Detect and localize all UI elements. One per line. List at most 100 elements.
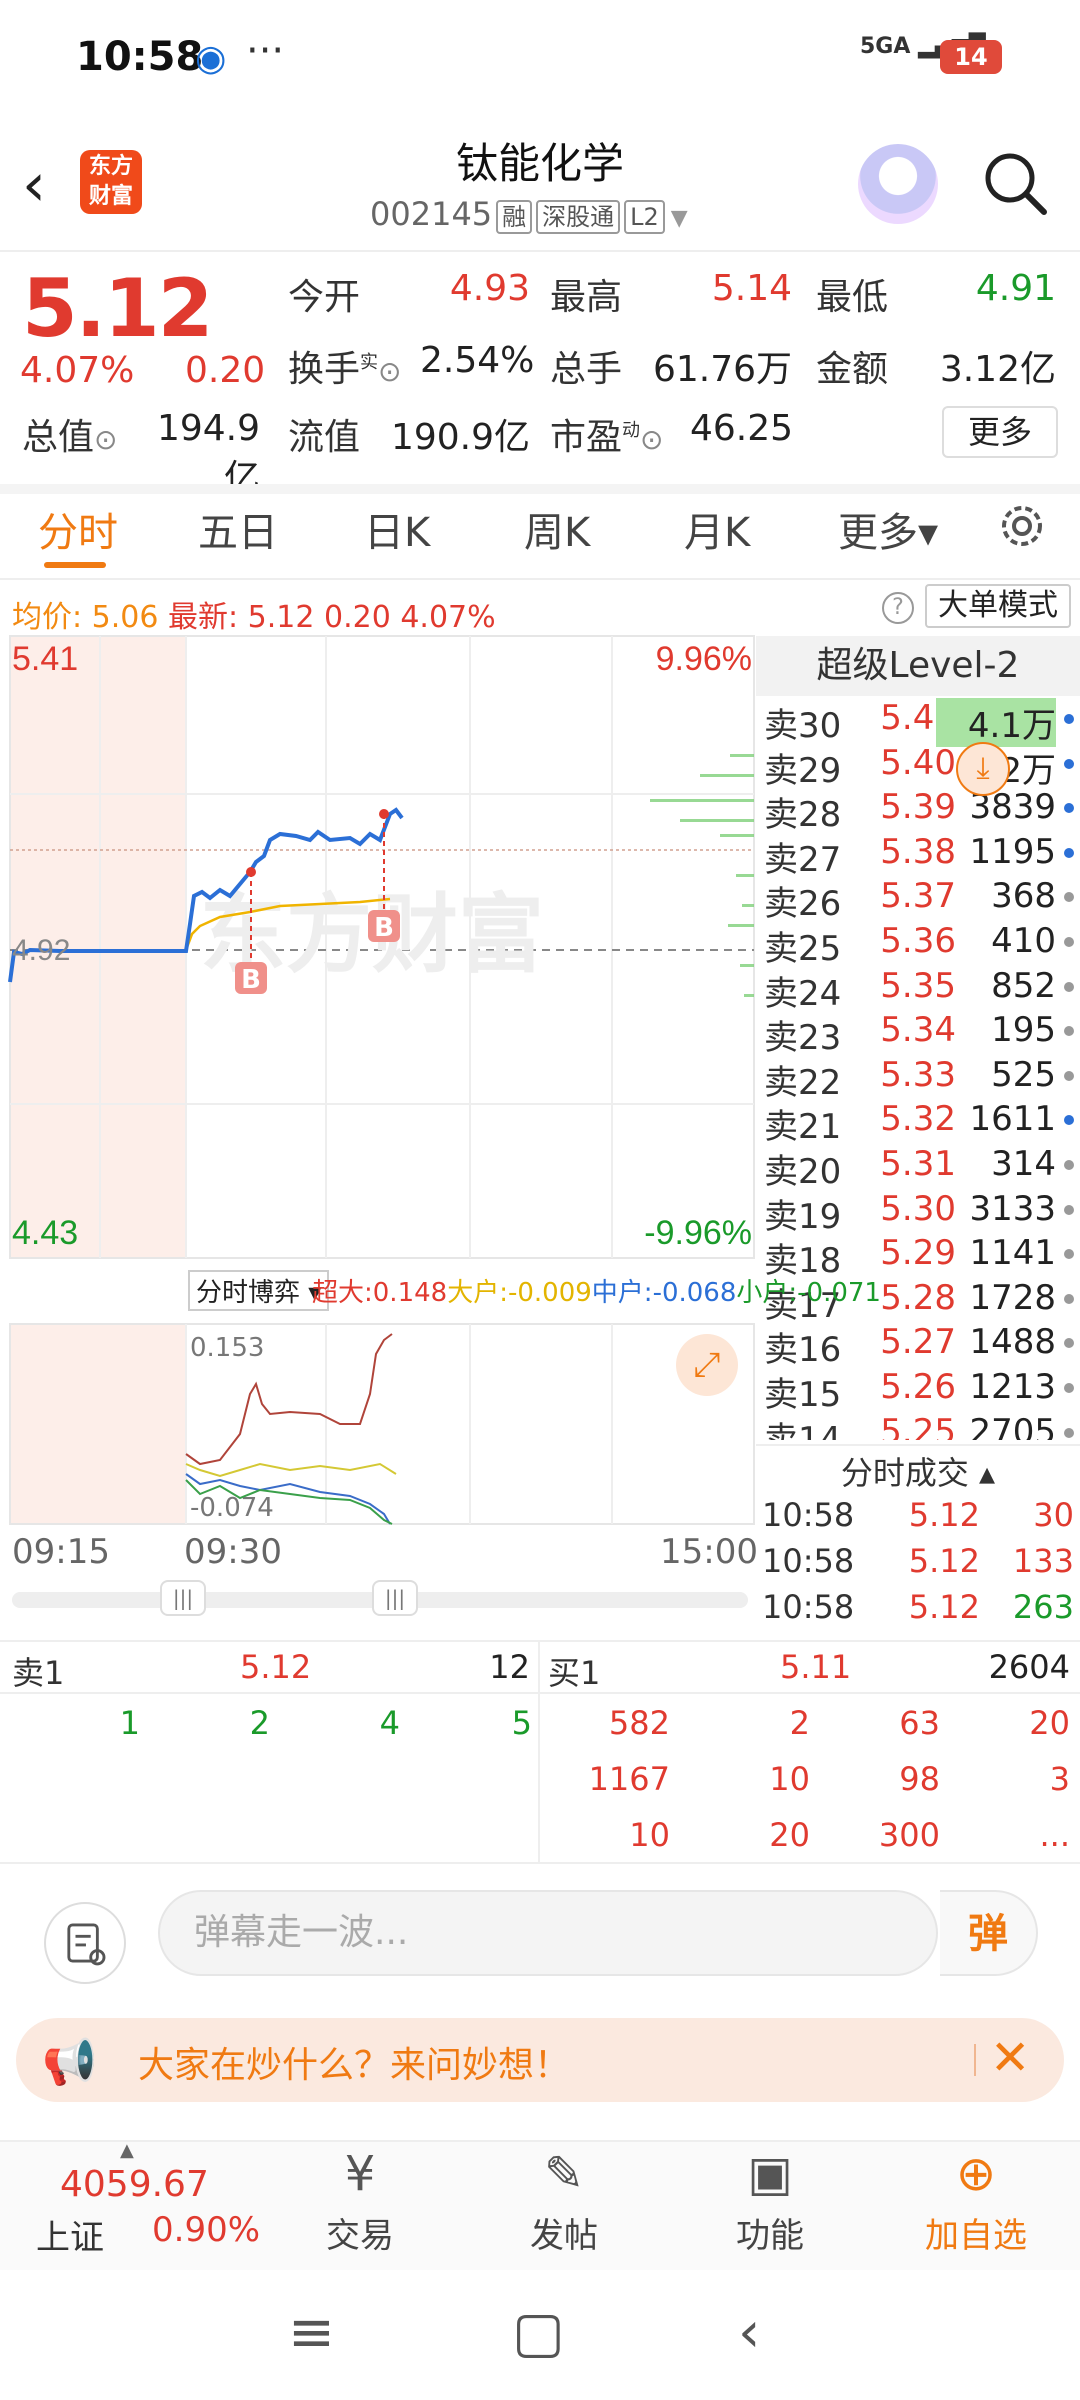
flow-select[interactable]: 分时博弈 ▾ <box>188 1270 330 1311</box>
ask-level-label: 卖22 <box>764 1062 842 1103</box>
close-icon[interactable]: ✕ <box>990 2030 1030 2086</box>
notification-icon: ◉ <box>195 38 227 79</box>
flow-pre-market-shade <box>10 1324 186 1524</box>
tab-five-day[interactable]: 五日 <box>198 500 278 558</box>
tab-monthly-k[interactable]: 月K <box>684 500 750 558</box>
ask-row[interactable]: 卖20 5.31 314 <box>756 1144 1080 1192</box>
info-circle-icon[interactable]: ⊙ <box>94 423 117 456</box>
tag-l2: L2 <box>624 200 665 234</box>
ask-row[interactable]: 卖14 5.25 2705 <box>756 1412 1080 1440</box>
trade-volume: 30 <box>1033 1496 1074 1534</box>
index-value[interactable]: 4059.67 <box>60 2164 209 2205</box>
sell1-price: 5.12 <box>240 1648 312 1686</box>
ask-dot <box>1064 937 1074 947</box>
download-icon[interactable]: ⤓ <box>956 742 1010 796</box>
pct-axis-bottom: -9.96% <box>644 1214 752 1252</box>
menu-icon[interactable]: ≡ <box>288 2300 335 2365</box>
ask-row[interactable]: 卖24 5.35 852 <box>756 965 1080 1014</box>
back-nav-icon[interactable]: ‹ <box>738 2300 760 2365</box>
ask-level-label: 卖29 <box>764 750 842 791</box>
ask-dot <box>1064 1427 1074 1438</box>
ask-dot <box>1064 1070 1074 1081</box>
y-axis-bottom: 4.43 <box>12 1214 78 1252</box>
home-icon[interactable]: ▢ <box>512 2300 565 2365</box>
ask-dot <box>1064 1204 1074 1215</box>
ask-dot <box>1064 1338 1074 1349</box>
level1-divider <box>538 1640 540 1864</box>
ask-dot <box>1064 1249 1074 1260</box>
ask-row[interactable]: 卖15 5.26 1213 <box>756 1367 1080 1415</box>
status-dots: ··· <box>246 28 285 74</box>
big-order-mode-button[interactable]: 大单模式 <box>925 584 1071 628</box>
ask-row[interactable]: 卖19 5.30 3133 <box>756 1188 1080 1237</box>
tab-daily-k[interactable]: 日K <box>364 500 430 558</box>
ask-row[interactable]: 卖22 5.33 525 <box>756 1054 1080 1103</box>
ask-row[interactable]: 卖25 5.36 410 <box>756 921 1080 969</box>
level2-orderbook[interactable]: 卖30 5.41 4.1万 卖29 5.40 1.2万 卖28 5.39 3839 卖27 5.38… <box>756 698 1080 1440</box>
more-button[interactable]: 更多 <box>942 406 1058 458</box>
stock-code-row[interactable]: 002145 融深股通 L2 ▼ <box>370 195 688 234</box>
ask-level-label: 卖27 <box>764 839 842 880</box>
intraday-chart[interactable]: 东方财富 B B 5.41 4.92 4.43 9.96% -9.96% 0.1… <box>0 634 756 1534</box>
ask-dot <box>1064 892 1074 903</box>
buy1-volume: 2604 <box>988 1648 1070 1686</box>
info-circle-icon[interactable]: ⊙ <box>378 355 401 388</box>
avg-label: 均价: <box>12 600 83 635</box>
ask-row[interactable]: 卖29 5.40 1.2万 <box>756 743 1080 791</box>
turnover-value: 2.54% <box>420 340 535 381</box>
nav-post[interactable]: ✎ 发帖 <box>494 2146 634 2257</box>
tab-more[interactable]: 更多▾ <box>838 500 938 558</box>
danmaku-send-button[interactable]: 弹 <box>940 1890 1038 1976</box>
search-icon[interactable] <box>980 148 1050 218</box>
ask-volume: 3133 <box>969 1188 1056 1229</box>
buy-marker-label: B <box>374 913 394 943</box>
ask-dot <box>1064 1160 1074 1170</box>
index-name[interactable]: 上证 <box>36 2210 104 2259</box>
ask-volume: 852 <box>991 965 1056 1006</box>
level2-header[interactable]: 超级Level-2 <box>756 636 1080 696</box>
note-settings-icon[interactable] <box>44 1902 126 1984</box>
flow-mid-value: -0.068 <box>652 1278 737 1308</box>
nav-functions[interactable]: ▣ 功能 <box>700 2146 840 2257</box>
range-handle-right[interactable]: ||| <box>372 1580 418 1616</box>
ask-level-label: 卖23 <box>764 1018 842 1059</box>
ask-volume: 525 <box>991 1054 1056 1095</box>
price-info-line: 均价: 5.06 最新: 5.12 0.20 4.07% <box>12 592 496 636</box>
ask-row[interactable]: 卖16 5.27 1488 <box>756 1322 1080 1370</box>
tab-weekly-k[interactable]: 周K <box>524 500 590 558</box>
danmaku-input[interactable]: 弹幕走一波... <box>158 1890 938 1976</box>
time-label-close: 15:00 <box>660 1532 758 1572</box>
ask-level-label: 卖16 <box>764 1330 842 1371</box>
expand-icon[interactable]: ⤢ <box>676 1334 738 1396</box>
trades-title[interactable]: 分时成交 ▴ <box>756 1448 1080 1494</box>
flow-mid-label: 中户: <box>591 1278 653 1308</box>
index-pct[interactable]: 0.90% <box>152 2210 260 2250</box>
ask-level-label: 卖28 <box>764 795 842 836</box>
level1-header-divider <box>0 1692 1080 1694</box>
flow-large-value: -0.009 <box>507 1278 592 1308</box>
ask-row[interactable]: 卖28 5.39 3839 <box>756 787 1080 835</box>
banner-text[interactable]: 大家在炒什么？来问妙想！ <box>138 2036 570 2088</box>
ask-row[interactable]: 卖27 5.38 1195 <box>756 832 1080 880</box>
ask-volume: 410 <box>991 921 1056 961</box>
ask-row[interactable]: 卖21 5.32 1611 <box>756 1099 1080 1147</box>
ask-row[interactable]: 卖23 5.34 195 <box>756 1010 1080 1058</box>
volume-value: 61.76万 <box>652 349 792 390</box>
ask-dot <box>1064 1383 1074 1393</box>
tag-connect: 深股通 <box>536 200 621 234</box>
ask-row[interactable]: 卖30 5.41 4.1万 <box>756 698 1080 747</box>
ask-dot <box>1064 1293 1074 1304</box>
gear-icon[interactable] <box>996 500 1048 552</box>
assistant-avatar[interactable] <box>858 144 938 224</box>
ask-row[interactable]: 卖26 5.37 368 <box>756 876 1080 924</box>
range-handle-left[interactable]: ||| <box>160 1580 206 1616</box>
turnover-label-text: 换手 <box>288 349 361 390</box>
ask-volume: 1213 <box>969 1367 1056 1407</box>
tab-intraday[interactable]: 分时 <box>38 500 118 558</box>
nav-trade[interactable]: ¥ 交易 <box>290 2146 430 2257</box>
info-circle-icon[interactable]: ⊙ <box>640 423 663 456</box>
help-icon[interactable]: ? <box>882 592 914 624</box>
sell-queue-item: 4 <box>379 1704 400 1742</box>
nav-add-watchlist[interactable]: ⊕ 加自选 <box>906 2146 1046 2257</box>
trade-volume: 263 <box>1012 1588 1074 1626</box>
